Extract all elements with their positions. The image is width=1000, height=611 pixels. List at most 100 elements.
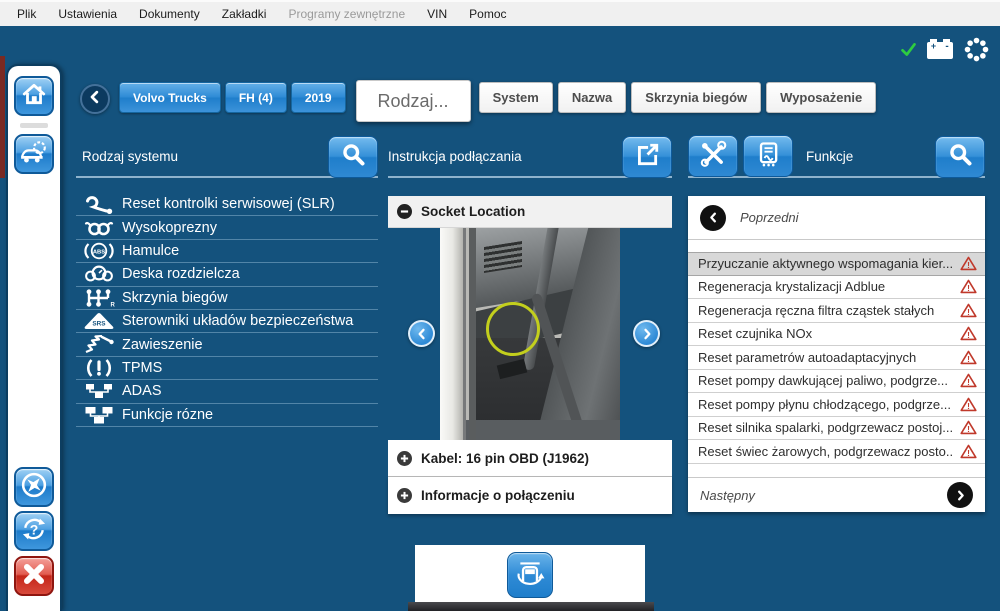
offline-mode-button[interactable]: [14, 467, 54, 507]
system-item-hamulce[interactable]: ABS Hamulce: [76, 240, 378, 264]
system-item-srs[interactable]: SRS Sterowniki układów bezpieczeństwa: [76, 310, 378, 334]
home-icon: [21, 81, 47, 112]
previous-image-button[interactable]: [408, 320, 435, 347]
warning-triangle-icon: !: [959, 444, 977, 459]
function-row[interactable]: Reset pompy płynu chłodzącego, podgrze..…: [688, 393, 985, 417]
warning-triangle-icon: !: [959, 397, 977, 412]
warning-triangle-icon: !: [959, 279, 977, 294]
function-row[interactable]: Reset silnika spalarki, podgrzewacz post…: [688, 417, 985, 440]
breadcrumb-make-button[interactable]: Volvo Trucks: [119, 82, 221, 113]
tab-skrzynia-biegow[interactable]: Skrzynia biegów: [631, 82, 762, 113]
warning-triangle-icon: !: [959, 303, 977, 318]
system-item-tpms[interactable]: TPMS: [76, 357, 378, 381]
previous-page-button[interactable]: Poprzedni: [688, 196, 985, 240]
ecu-checklist-icon: [754, 140, 782, 173]
battery-icon: + -: [925, 38, 955, 66]
warning-triangle-icon: !: [959, 326, 977, 341]
function-row[interactable]: Reset parametrów autoadaptacyjnych !: [688, 346, 985, 370]
function-row[interactable]: Reset czujnika NOx !: [688, 323, 985, 346]
svg-text:!: !: [967, 354, 970, 364]
menu-zakladki[interactable]: Zakładki: [211, 2, 278, 26]
chevron-right-icon: [947, 482, 973, 508]
breadcrumb-model-button[interactable]: FH (4): [224, 82, 287, 113]
help-button[interactable]: ?: [14, 511, 54, 551]
menu-plik[interactable]: Plik: [6, 2, 47, 26]
svg-text:-: -: [945, 41, 948, 52]
warning-triangle-icon: !: [959, 420, 977, 435]
svg-text:?: ?: [30, 521, 39, 537]
warning-triangle-icon: !: [959, 373, 977, 388]
home-button[interactable]: [14, 76, 54, 116]
svg-text:!: !: [967, 330, 970, 340]
taskbar-strip: [408, 602, 654, 611]
svg-text:!: !: [967, 377, 970, 387]
system-item-funkcje-rozne[interactable]: Funkcje rózne: [76, 404, 378, 427]
abs-icon: ABS: [76, 241, 122, 261]
open-external-button[interactable]: [622, 136, 672, 178]
wrench-icon: [76, 194, 122, 215]
next-page-button[interactable]: Następny: [688, 477, 985, 512]
external-link-icon: [634, 142, 660, 173]
next-image-button[interactable]: [633, 320, 660, 347]
svg-text:!: !: [967, 260, 970, 270]
expand-plus-icon: [397, 450, 412, 466]
vehicle-connect-button[interactable]: [507, 552, 553, 598]
misc-functions-icon: [76, 405, 122, 425]
menu-dokumenty[interactable]: Dokumenty: [128, 2, 211, 26]
crossed-tools-icon: [699, 140, 727, 173]
cable-section[interactable]: Kabel: 16 pin OBD (J1962): [388, 440, 672, 477]
exit-button[interactable]: [14, 556, 54, 596]
svg-text:!: !: [967, 401, 970, 411]
dashboard-icon: [76, 264, 122, 284]
system-item-wysokoprezny[interactable]: Wysokoprezny: [76, 216, 378, 240]
system-panel-title: Rodzaj systemu: [82, 148, 179, 164]
connection-instruction-card: Socket Location Kabel: 16 pin OBD (J1962…: [388, 196, 672, 514]
expand-plus-icon: [397, 488, 412, 503]
socket-location-photo: [440, 228, 620, 440]
menu-pomoc[interactable]: Pomoc: [458, 2, 517, 26]
function-row[interactable]: Reset pompy dawkującej paliwo, podgrze..…: [688, 370, 985, 393]
functions-search-button[interactable]: [935, 136, 985, 178]
svg-text:!: !: [967, 448, 970, 458]
function-row[interactable]: Regeneracja krystalizacji Adblue !: [688, 276, 985, 299]
system-item-slr[interactable]: Reset kontrolki serwisowej (SLR): [76, 193, 378, 217]
menu-vin[interactable]: VIN: [416, 2, 458, 26]
warning-triangle-icon: !: [959, 350, 977, 365]
instruction-panel-header: Instrukcja podłączania: [388, 136, 672, 178]
menu-ustawienia[interactable]: Ustawienia: [47, 2, 128, 26]
tab-system[interactable]: System: [478, 82, 553, 113]
function-row[interactable]: Regeneracja ręczna filtra cząstek stałyc…: [688, 299, 985, 323]
breadcrumb-year-button[interactable]: 2019: [290, 82, 346, 113]
tab-rodzaj-active[interactable]: Rodzaj...: [355, 80, 471, 122]
socket-location-section[interactable]: Socket Location: [388, 196, 672, 228]
tpms-icon: [76, 358, 122, 378]
vehicle-diagnostics-button[interactable]: [14, 134, 54, 174]
warning-triangle-icon: !: [959, 256, 977, 271]
svg-text:SRS: SRS: [92, 321, 106, 328]
svg-text:R: R: [111, 302, 116, 308]
svg-text:ABS: ABS: [93, 249, 105, 255]
function-row[interactable]: Reset świec żarowych, podgrzewacz posto.…: [688, 440, 985, 464]
sidebar-divider: [20, 123, 48, 128]
tab-wyposazenie[interactable]: Wyposażenie: [766, 82, 877, 113]
connection-info-section[interactable]: Informacje o połączeniu: [388, 477, 672, 514]
system-item-zawieszenie[interactable]: Zawieszenie: [76, 333, 378, 357]
svg-text:!: !: [967, 307, 970, 317]
system-item-skrzynia[interactable]: R Skrzynia biegów: [76, 287, 378, 310]
system-item-deska[interactable]: Deska rozdzielcza: [76, 263, 378, 287]
test-report-button[interactable]: [743, 135, 793, 177]
system-item-adas[interactable]: ADAS: [76, 380, 378, 404]
menu-programy-zewnetrzne: Programy zewnętrzne: [288, 7, 406, 21]
functions-card: Poprzedni Przyuczanie aktywnego wspomaga…: [688, 196, 985, 512]
back-button[interactable]: [80, 84, 110, 114]
svg-text:!: !: [967, 283, 970, 293]
tools-button[interactable]: [688, 135, 738, 177]
system-search-button[interactable]: [328, 136, 378, 178]
instruction-panel-title: Instrukcja podłączania: [388, 148, 522, 164]
function-row[interactable]: Przyuczanie aktywnego wspomagania kier..…: [688, 252, 985, 276]
svg-text:!: !: [967, 424, 970, 434]
car-gear-icon: [20, 139, 48, 170]
breadcrumb: Volvo Trucks FH (4) 2019 Rodzaj... Syste…: [119, 80, 881, 122]
functions-panel-header: Funkcje: [688, 135, 985, 178]
tab-nazwa[interactable]: Nazwa: [557, 82, 627, 113]
